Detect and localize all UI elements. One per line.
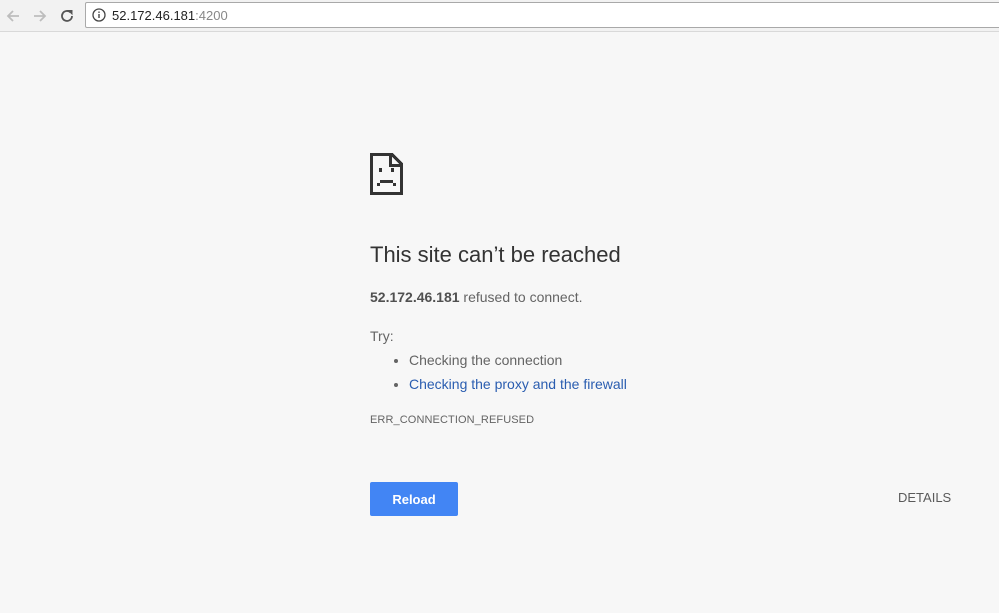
sad-document-icon bbox=[370, 153, 403, 195]
address-bar[interactable]: 52.172.46.181:4200 bbox=[85, 2, 999, 28]
proxy-firewall-link[interactable]: Checking the proxy and the firewall bbox=[409, 376, 627, 392]
url-port: :4200 bbox=[195, 8, 228, 23]
details-button[interactable]: DETAILS bbox=[898, 490, 951, 505]
suggestion-item: Checking the connection bbox=[409, 348, 627, 372]
try-label: Try: bbox=[370, 328, 394, 344]
suggestion-text: Checking the connection bbox=[409, 352, 563, 368]
error-code: ERR_CONNECTION_REFUSED bbox=[370, 414, 535, 426]
suggestion-item: Checking the proxy and the firewall bbox=[409, 372, 627, 396]
error-message: refused to connect. bbox=[459, 289, 583, 305]
error-description: 52.172.46.181 refused to connect. bbox=[370, 289, 583, 305]
forward-arrow-icon[interactable] bbox=[29, 5, 51, 27]
error-title: This site can’t be reached bbox=[370, 242, 621, 267]
info-icon[interactable] bbox=[92, 8, 106, 22]
back-arrow-icon[interactable] bbox=[2, 5, 24, 27]
reload-button[interactable]: Reload bbox=[370, 482, 458, 516]
browser-toolbar: 52.172.46.181:4200 bbox=[0, 0, 999, 32]
suggestions-list: Checking the connection Checking the pro… bbox=[370, 348, 627, 396]
url-host: 52.172.46.181 bbox=[112, 8, 196, 23]
url-text: 52.172.46.181:4200 bbox=[112, 8, 228, 23]
error-host: 52.172.46.181 bbox=[370, 289, 460, 305]
reload-icon[interactable] bbox=[56, 5, 78, 27]
